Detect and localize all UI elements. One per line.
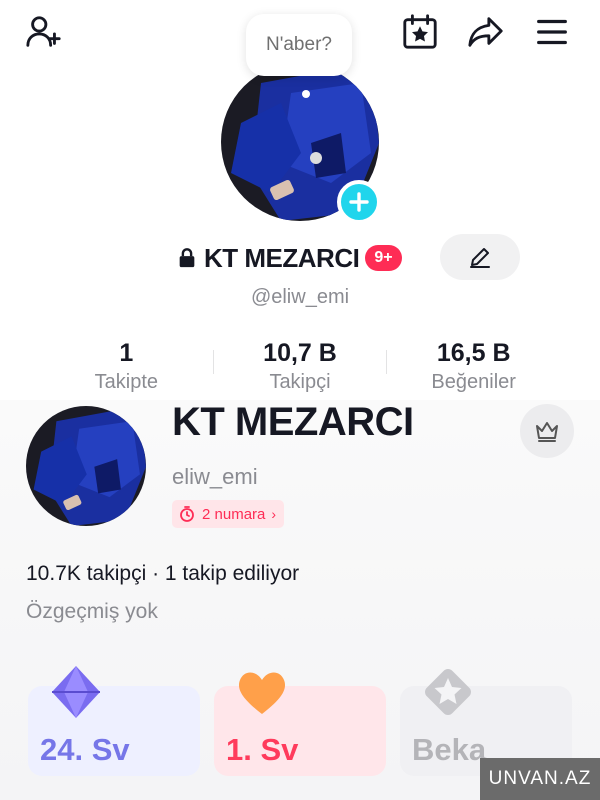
display-name: KT MEZARCI: [204, 242, 360, 273]
rank-label: 2 numara: [202, 505, 266, 523]
rank-badge[interactable]: 2 numara ›: [172, 500, 285, 528]
stat-label: Beğeniler: [431, 371, 516, 393]
bio-text: Özgeçmiş yok: [26, 600, 158, 623]
watermark: UNVAN.AZ: [480, 758, 600, 800]
menu-icon[interactable]: [530, 10, 574, 54]
diamond-icon: [48, 664, 104, 720]
crown-button[interactable]: [520, 404, 574, 458]
add-user-icon[interactable]: [22, 10, 66, 54]
stat-following[interactable]: 1 Takipte: [40, 338, 213, 398]
notification-badge[interactable]: 9+: [365, 245, 402, 271]
profile-card: KT MEZARCI eliw_emi 2 numara › 10.7K tak…: [0, 400, 600, 800]
lock-icon: [179, 248, 195, 268]
heart-icon: [234, 664, 290, 720]
card-avatar[interactable]: [26, 406, 146, 526]
level-card-heart[interactable]: 1. Sv: [214, 672, 386, 776]
plus-icon: [349, 192, 369, 212]
bubble-dot: [302, 90, 310, 98]
stats-row: 1 Takipte 10,7 B Takipçi 16,5 B Beğenile…: [40, 338, 560, 398]
stat-followers[interactable]: 10,7 B Takipçi: [214, 338, 387, 398]
card-handle: eliw_emi: [172, 464, 258, 489]
follow-summary: 10.7K takipçi · 1 takip ediliyor: [26, 562, 300, 585]
username-handle: @eliw_emi: [250, 286, 350, 308]
crown-icon: [536, 422, 558, 442]
pencil-icon: [470, 248, 490, 268]
card-display-name: KT MEZARCI: [172, 400, 414, 444]
level-card-gem[interactable]: 24. Sv: [28, 666, 200, 776]
stat-label: Takipte: [94, 371, 159, 393]
stat-value: 16,5 B: [436, 339, 511, 367]
status-bubble[interactable]: N'aber?: [246, 14, 352, 76]
star-badge-icon: [420, 664, 476, 720]
stopwatch-icon: [180, 506, 194, 522]
edit-profile-button[interactable]: [440, 234, 520, 280]
level-label: Beka: [412, 732, 487, 767]
level-label: 1. Sv: [226, 732, 299, 767]
share-icon[interactable]: [464, 10, 508, 54]
stat-likes[interactable]: 16,5 B Beğeniler: [387, 338, 560, 398]
name-row: KT MEZARCI 9+: [176, 238, 402, 278]
stat-label: Takipçi: [269, 371, 331, 393]
calendar-star-icon[interactable]: [398, 10, 442, 54]
level-label: 24. Sv: [40, 732, 130, 767]
stat-value: 1: [119, 339, 134, 367]
add-avatar-button[interactable]: [337, 180, 381, 224]
chevron-right-icon: ›: [271, 506, 277, 522]
stat-value: 10,7 B: [263, 339, 337, 367]
